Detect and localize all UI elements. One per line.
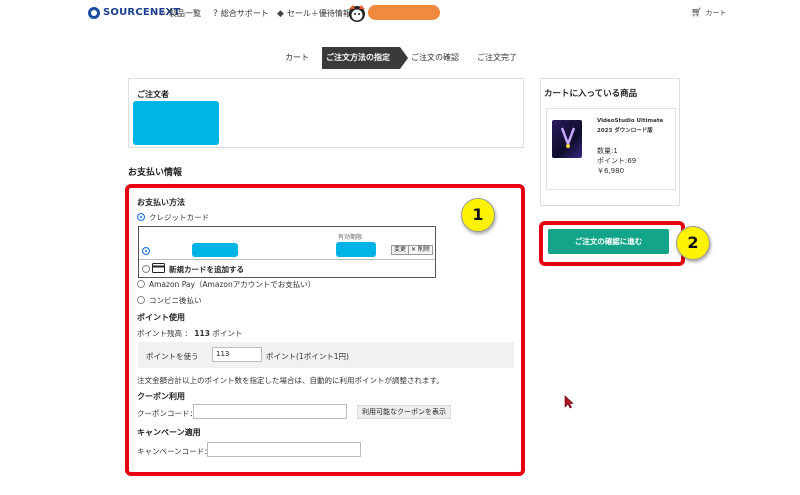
- product-quantity: 数量:1: [597, 147, 618, 155]
- orderer-title: ご注文者: [137, 90, 169, 99]
- amazon-pay-radio[interactable]: [137, 280, 145, 288]
- campaign-code-label: キャンペーンコード：: [137, 447, 212, 456]
- points-balance: ポイント残高 ： 113 ポイント: [137, 328, 242, 339]
- add-card-label[interactable]: 新規カードを追加する: [169, 264, 244, 275]
- product-name-line1: VideoStudio Ultimate: [597, 118, 664, 124]
- question-icon: ?: [213, 8, 218, 19]
- coupon-title: クーポン利用: [137, 392, 185, 401]
- expiry-label: 有効期限: [338, 234, 363, 241]
- points-title: ポイント使用: [137, 313, 185, 322]
- nav-sale[interactable]: ◆ セール＋優待情報: [277, 8, 351, 19]
- annotation-badge-1: 1: [461, 198, 495, 232]
- product-points: ポイント:69: [597, 157, 637, 165]
- points-balance-label: ポイント残高 ：: [137, 329, 192, 338]
- nav-support-label: 総合サポート: [220, 9, 269, 18]
- credit-card-icon: [152, 263, 165, 273]
- step-active-arrow: [400, 47, 408, 69]
- tag-icon: ◆: [277, 8, 284, 19]
- expiry-redacted: [336, 242, 376, 257]
- credit-card-radio[interactable]: [137, 213, 145, 221]
- card-divider: [139, 259, 435, 260]
- sourcenext-logo-icon[interactable]: [88, 7, 100, 19]
- convenience-label: コンビニ後払い: [149, 296, 202, 305]
- promo-banner-redacted[interactable]: [368, 5, 440, 20]
- payment-section-title: お支払い情報: [128, 168, 183, 178]
- amazon-pay-label: Amazon Pay（Amazonアカウントでお支払い）: [149, 280, 316, 289]
- points-note: 注文金額合計以上のポイント数を指定した場合は、自動的に利用ポイントが調整されます…: [137, 376, 444, 385]
- change-card-button[interactable]: 変更: [391, 245, 410, 255]
- product-thumbnail[interactable]: [552, 120, 582, 158]
- points-use-input[interactable]: 113: [212, 347, 262, 362]
- points-balance-value: 113: [194, 329, 210, 338]
- header-cart-link[interactable]: 🛒︎ カート: [691, 8, 726, 18]
- nav-support[interactable]: ? 総合サポート: [213, 8, 269, 19]
- annotation-badge-2: 2: [676, 226, 710, 260]
- step-cart: カート: [285, 53, 309, 62]
- card-number-redacted: [192, 243, 238, 257]
- search-icon: ⌕: [161, 8, 167, 19]
- coupon-code-input[interactable]: [193, 404, 347, 419]
- payment-method-title: お支払い方法: [137, 198, 185, 207]
- coupon-code-label: クーポンコード：: [137, 409, 197, 418]
- orderer-info-redacted: [133, 101, 219, 145]
- mouse-cursor-icon: [564, 395, 574, 409]
- nav-products[interactable]: ⌕ 製品一覧: [161, 8, 201, 19]
- proceed-to-confirm-button[interactable]: ご注文の確認に進む: [548, 229, 669, 254]
- cart-summary-title: カートに入っている商品: [544, 89, 638, 99]
- step-payment-method: ご注文方法の指定: [322, 47, 400, 69]
- videostudio-logo-icon: [560, 127, 576, 148]
- header-cart-label: カート: [705, 9, 727, 17]
- step-confirm: ご注文の確認: [411, 53, 459, 62]
- points-use-label: ポイントを使う: [146, 352, 199, 361]
- add-card-radio[interactable]: [142, 265, 150, 273]
- product-name-line2: 2023 ダウンロード版: [597, 128, 653, 134]
- step-complete: ご注文完了: [477, 53, 517, 62]
- credit-card-label: クレジットカード: [149, 213, 209, 222]
- product-price: ￥6,980: [597, 167, 625, 175]
- campaign-title: キャンペーン適用: [137, 428, 201, 437]
- nav-products-label: 製品一覧: [169, 9, 202, 18]
- show-coupons-button[interactable]: 利用可能なクーポンを表示: [357, 405, 451, 419]
- convenience-radio[interactable]: [137, 296, 145, 304]
- points-use-unit: ポイント(1ポイント1円): [266, 352, 349, 361]
- mascot-icon: [349, 5, 365, 22]
- delete-card-button[interactable]: ✕ 削除: [408, 245, 433, 255]
- points-balance-unit: ポイント: [212, 329, 243, 338]
- campaign-code-input[interactable]: [207, 442, 361, 457]
- nav-sale-label: セール＋優待情報: [286, 9, 351, 18]
- saved-card-radio[interactable]: [142, 247, 150, 255]
- cart-icon: 🛒︎: [691, 8, 703, 18]
